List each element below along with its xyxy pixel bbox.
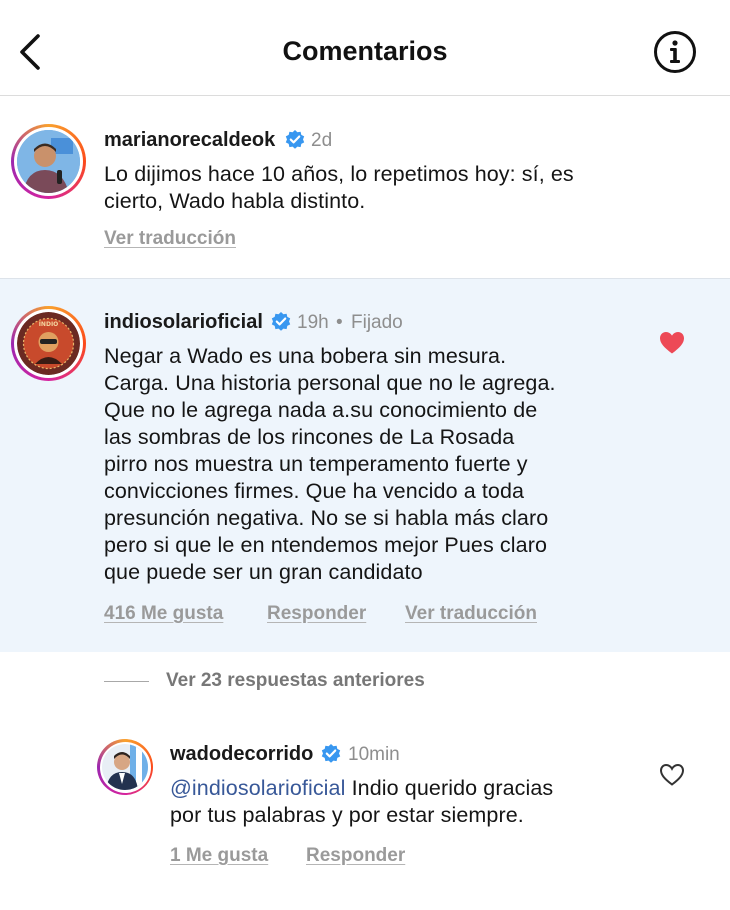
- view-previous-replies-link[interactable]: Ver 23 respuestas anteriores: [166, 670, 425, 692]
- reply-username[interactable]: wadodecorrido: [170, 743, 313, 766]
- info-icon: [654, 31, 696, 73]
- verified-badge-icon: [285, 130, 305, 149]
- heart-outline-icon[interactable]: [659, 763, 685, 787]
- comment-timestamp: 2d: [311, 130, 333, 151]
- reply-text-segment: Indio querido gracias: [345, 776, 554, 800]
- pinned-label: Fijado: [351, 312, 403, 333]
- reply-button[interactable]: Responder: [306, 845, 405, 867]
- reply-button[interactable]: Responder: [267, 603, 366, 625]
- avatar[interactable]: INDIO: [11, 306, 86, 381]
- comment-text-line: Carga. Una historia personal que no le a…: [104, 371, 556, 395]
- reply-timestamp: 10min: [348, 744, 400, 765]
- page-title: Comentarios: [282, 36, 448, 66]
- comment-text-line: presunción negativa. No se si habla más …: [104, 506, 549, 530]
- comment-text-line: las sombras de los rincones de La Rosada: [104, 425, 515, 449]
- header-bar: Comentarios: [0, 0, 730, 96]
- verified-badge-icon: [271, 312, 291, 331]
- comment-text-line: cierto, Wado habla distinto.: [104, 189, 366, 213]
- translate-link[interactable]: Ver traducción: [104, 228, 236, 250]
- replies-divider-line: [104, 681, 149, 682]
- comment-text-line: convicciones firmes. Que ha vencido a to…: [104, 479, 525, 503]
- reply-text-line: @indiosolarioficial Indio querido gracia…: [170, 775, 553, 802]
- comment-text-line: pirro nos muestra un temperamento fuerte…: [104, 452, 528, 476]
- reply-text: @indiosolarioficial Indio querido gracia…: [170, 775, 553, 829]
- likes-count-link[interactable]: 416 Me gusta: [104, 603, 223, 625]
- meta-separator: •: [336, 312, 343, 333]
- verified-badge-icon: [321, 744, 341, 763]
- user-photo-icon: INDIO: [17, 312, 80, 375]
- info-button[interactable]: [653, 30, 697, 74]
- comment-text-line: pero si que le en ntendemos mejor Pues c…: [104, 533, 548, 557]
- user-photo-icon: [17, 130, 80, 193]
- liked-heart-icon[interactable]: [659, 331, 685, 355]
- likes-count-link[interactable]: 1 Me gusta: [170, 845, 268, 867]
- user-photo-icon: [102, 744, 148, 790]
- svg-text:INDIO: INDIO: [39, 321, 59, 328]
- comment-text: Lo dijimos hace 10 años, lo repetimos ho…: [104, 161, 574, 215]
- comment-text: Negar a Wado es una bobera sin mesura. C…: [104, 343, 556, 586]
- comment-username[interactable]: marianorecaldeok: [104, 129, 275, 152]
- comment-text-line: Negar a Wado es una bobera sin mesura.: [104, 344, 507, 368]
- comment-timestamp: 19h: [297, 312, 329, 333]
- comment-username[interactable]: indiosolarioficial: [104, 311, 263, 334]
- comment-text-line: Lo dijimos hace 10 años, lo repetimos ho…: [104, 162, 574, 186]
- avatar[interactable]: [11, 124, 86, 199]
- translate-link[interactable]: Ver traducción: [405, 603, 537, 625]
- avatar[interactable]: [97, 739, 153, 795]
- reply-text-line: por tus palabras y por estar siempre.: [170, 803, 524, 827]
- mention-link[interactable]: @indiosolarioficial: [170, 776, 346, 800]
- comment-text-line: Que no le agrega nada a.su conocimiento …: [104, 398, 538, 422]
- comment-text-line: que puede ser un gran candidato: [104, 560, 423, 584]
